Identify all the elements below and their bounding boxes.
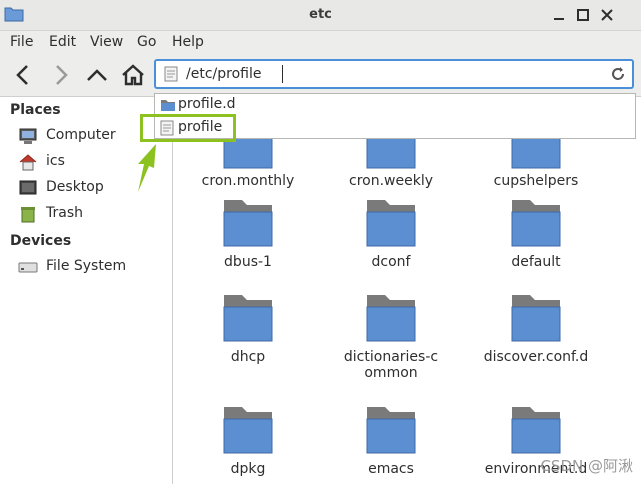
sidebar-item-label: Trash xyxy=(46,205,83,221)
folder-icon xyxy=(511,200,561,247)
window-title: etc xyxy=(309,7,332,22)
folder-icon xyxy=(223,200,273,247)
folder-icon xyxy=(366,295,416,342)
folder-icon xyxy=(223,295,273,342)
toolbar: /etc/profile xyxy=(0,54,641,97)
home-icon xyxy=(19,154,37,171)
forward-button[interactable] xyxy=(48,62,74,88)
file-name: cupshelpers xyxy=(493,173,579,189)
sidebar-item-label: Computer xyxy=(46,127,116,143)
sidebar-item-label: ics xyxy=(46,153,65,169)
reload-icon[interactable] xyxy=(610,66,626,82)
back-arrow-icon xyxy=(16,65,28,85)
sidebar-item-label: Desktop xyxy=(46,179,104,195)
places-heading: Places xyxy=(10,102,61,118)
file-name: default xyxy=(511,254,561,270)
folder-item[interactable]: dhcp xyxy=(178,289,318,365)
title-bar: etc xyxy=(0,0,641,31)
folder-item[interactable]: discover.conf.d xyxy=(466,289,606,365)
menu-view[interactable]: View xyxy=(90,34,123,50)
file-name: emacs xyxy=(368,461,414,477)
file-name: dbus-1 xyxy=(224,254,272,270)
menu-file[interactable]: File xyxy=(10,34,33,50)
folder-item[interactable]: dbus-1 xyxy=(178,194,318,270)
file-name: discover.conf.d xyxy=(483,349,589,365)
devices-heading: Devices xyxy=(10,233,72,249)
sidebar-item-trash[interactable]: Trash xyxy=(18,203,168,225)
home-button[interactable] xyxy=(120,62,146,88)
location-path[interactable]: /etc/profile xyxy=(186,66,261,82)
file-name: cron.monthly xyxy=(201,173,295,189)
file-view: cron.monthly cron.weekly cupshelpers dbu… xyxy=(173,97,641,484)
file-name: dpkg xyxy=(230,461,266,477)
up-arrow-icon xyxy=(87,69,107,81)
trash-icon xyxy=(21,207,35,223)
maximize-icon[interactable] xyxy=(574,6,592,24)
watermark: CSDN @阿湫 xyxy=(540,457,633,475)
folder-icon xyxy=(511,295,561,342)
forward-arrow-icon xyxy=(56,65,68,85)
sidebar-item-file-system[interactable]: File System xyxy=(18,256,168,278)
menu-go[interactable]: Go xyxy=(137,34,156,50)
up-button[interactable] xyxy=(84,62,110,88)
file-name: dictionaries-common xyxy=(343,349,439,381)
annotation-highlight-box xyxy=(140,114,236,142)
folder-icon xyxy=(161,100,175,111)
text-caret xyxy=(282,65,283,83)
back-button[interactable] xyxy=(10,62,36,88)
folder-item[interactable]: dpkg xyxy=(178,401,318,477)
drive-icon xyxy=(18,262,38,273)
annotation-arrow-icon xyxy=(138,144,156,192)
sidebar-item-label: File System xyxy=(46,258,127,274)
file-name: dconf xyxy=(371,254,411,270)
close-icon[interactable] xyxy=(598,6,616,24)
menu-bar: File Edit View Go Help xyxy=(0,31,641,54)
text-file-icon xyxy=(164,66,178,82)
computer-icon xyxy=(19,128,37,144)
folder-icon xyxy=(511,407,561,454)
file-name: cron.weekly xyxy=(349,173,433,189)
menu-help[interactable]: Help xyxy=(172,34,204,50)
home-icon xyxy=(122,64,144,86)
folder-item[interactable]: dconf xyxy=(321,194,461,270)
file-name: dhcp xyxy=(230,349,266,365)
menu-edit[interactable]: Edit xyxy=(49,34,76,50)
folder-icon xyxy=(366,407,416,454)
location-bar[interactable]: /etc/profile xyxy=(154,59,634,89)
autocomplete-label: profile.d xyxy=(178,96,236,112)
folder-item[interactable]: dictionaries-common xyxy=(321,289,461,381)
autocomplete-item-profile-d[interactable]: profile.d xyxy=(157,94,627,116)
folder-item[interactable]: emacs xyxy=(321,401,461,477)
minimize-icon[interactable] xyxy=(550,6,568,24)
folder-icon xyxy=(366,200,416,247)
folder-item[interactable]: default xyxy=(466,194,606,270)
folder-icon xyxy=(223,407,273,454)
desktop-icon xyxy=(19,180,37,195)
